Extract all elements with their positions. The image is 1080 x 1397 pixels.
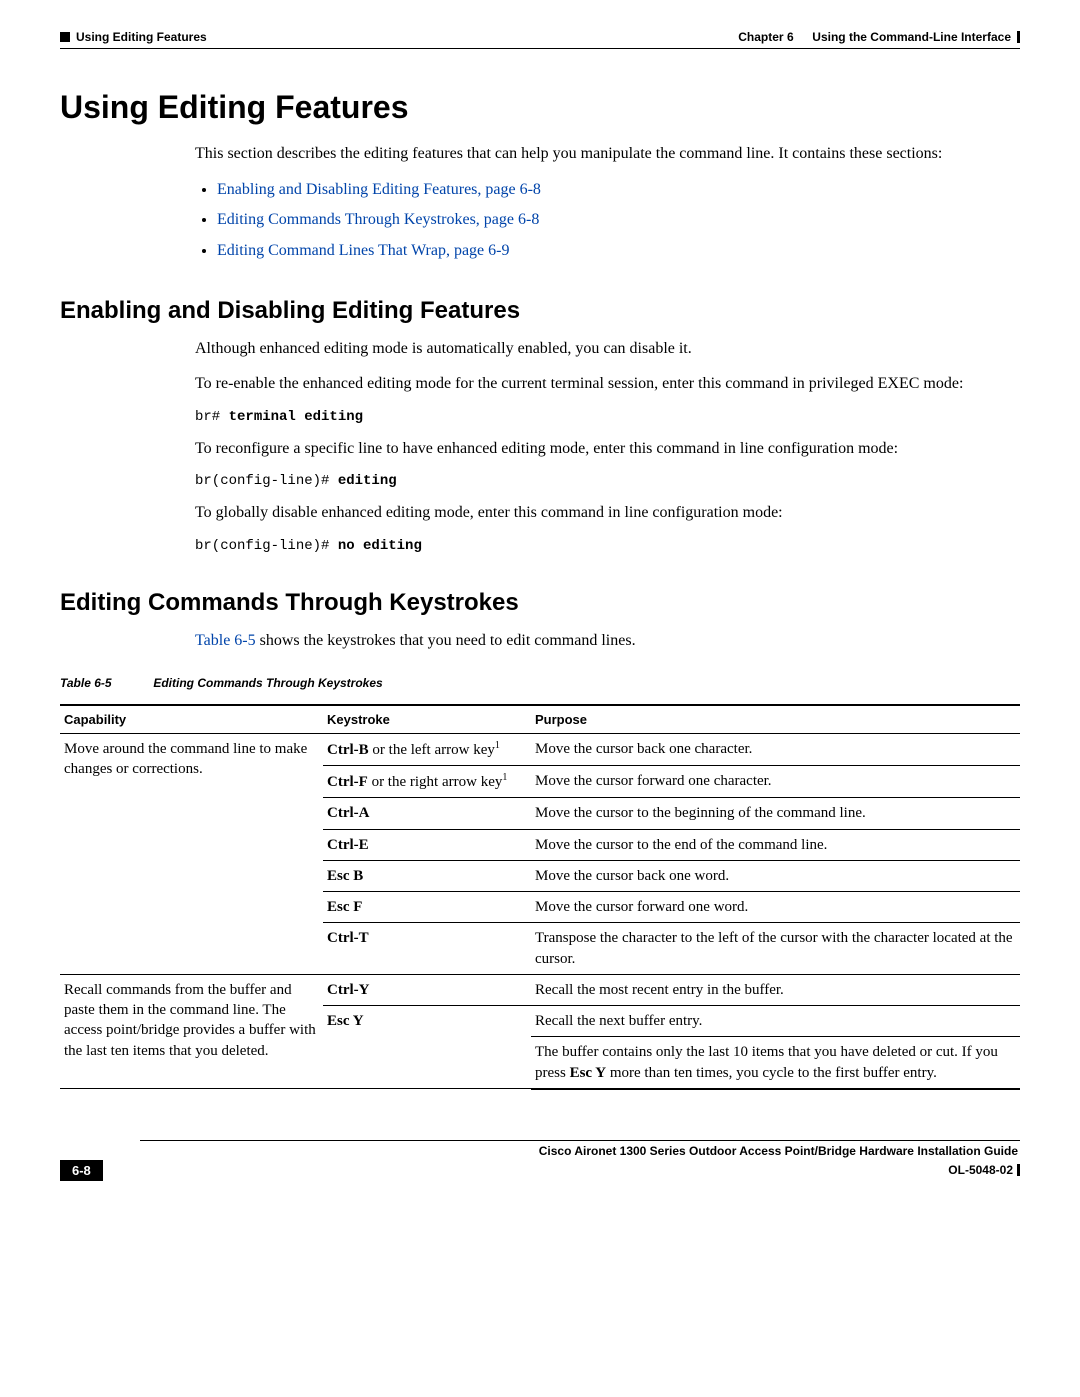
cell-keystroke: Ctrl-A: [323, 798, 531, 829]
header-rule: [60, 48, 1020, 49]
running-header: Using Editing Features Chapter 6 Using t…: [60, 30, 1020, 44]
section-heading-keystrokes: Editing Commands Through Keystrokes: [60, 589, 1020, 617]
code-command: no editing: [338, 538, 422, 554]
toc-list: Enabling and Disabling Editing Features,…: [195, 179, 1020, 262]
cell-capability: Move around the command line to make cha…: [60, 733, 323, 974]
table-reference-link[interactable]: Table 6-5: [195, 632, 256, 649]
paragraph: To reconfigure a specific line to have e…: [195, 439, 1020, 460]
cell-purpose: Recall the most recent entry in the buff…: [531, 974, 1020, 1005]
code-prompt: br#: [195, 409, 229, 425]
page-container: Using Editing Features Chapter 6 Using t…: [0, 0, 1080, 1221]
cell-keystroke: Ctrl-E: [323, 829, 531, 860]
header-chapter-number: Chapter 6: [738, 30, 793, 44]
cell-keystroke: Esc Y: [323, 1006, 531, 1089]
code-block: br(config-line)# no editing: [195, 538, 1020, 554]
document-number: OL-5048-02: [948, 1163, 1013, 1177]
section-lead-keystrokes: Table 6-5 shows the keystrokes that you …: [195, 631, 1020, 652]
table-header-capability: Capability: [60, 705, 323, 734]
keystrokes-table: Capability Keystroke Purpose Move around…: [60, 704, 1020, 1090]
table-reference-rest: shows the keystrokes that you need to ed…: [256, 632, 636, 649]
cell-purpose: Move the cursor back one word.: [531, 860, 1020, 891]
cell-keystroke: Ctrl-B or the left arrow key1: [323, 733, 531, 765]
keystroke-bold: Esc F: [327, 899, 362, 915]
cell-keystroke: Esc B: [323, 860, 531, 891]
code-block: br(config-line)# editing: [195, 473, 1020, 489]
table-row: Move around the command line to make cha…: [60, 733, 1020, 765]
keystroke-bold: Esc B: [327, 868, 363, 884]
cell-purpose: Move the cursor to the beginning of the …: [531, 798, 1020, 829]
table-caption: Table 6-5 Editing Commands Through Keyst…: [60, 676, 1020, 690]
paragraph: Although enhanced editing mode is automa…: [195, 339, 1020, 360]
cell-keystroke: Ctrl-F or the right arrow key1: [323, 766, 531, 798]
footer-guide-title: Cisco Aironet 1300 Series Outdoor Access…: [140, 1144, 1020, 1158]
toc-link-enabling[interactable]: Enabling and Disabling Editing Features,…: [217, 181, 541, 198]
section-body-enabling: Although enhanced editing mode is automa…: [195, 339, 1020, 554]
footnote-marker: 1: [502, 772, 507, 783]
cell-purpose: Move the cursor back one character.: [531, 733, 1020, 765]
cell-keystroke: Ctrl-Y: [323, 974, 531, 1005]
keystroke-bold: Ctrl-B: [327, 742, 369, 758]
footer-rule: [140, 1140, 1020, 1141]
intro-block: This section describes the editing featu…: [195, 144, 1020, 262]
cell-purpose: Move the cursor forward one word.: [531, 892, 1020, 923]
keystroke-bold: Ctrl-F: [327, 774, 368, 790]
code-block: br# terminal editing: [195, 409, 1020, 425]
keystroke-rest: or the left arrow key: [369, 742, 495, 758]
cell-purpose-buffer-note: The buffer contains only the last 10 ite…: [531, 1037, 1020, 1089]
page-number-badge: 6-8: [60, 1160, 103, 1181]
table-row: Recall commands from the buffer and past…: [60, 974, 1020, 1005]
header-right: Chapter 6 Using the Command-Line Interfa…: [738, 30, 1020, 44]
header-chapter-title: Using the Command-Line Interface: [812, 30, 1011, 44]
page-title: Using Editing Features: [60, 89, 1020, 126]
toc-item: Editing Command Lines That Wrap, page 6-…: [217, 240, 1020, 262]
code-prompt: br(config-line)#: [195, 473, 338, 489]
keystroke-bold: Ctrl-E: [327, 837, 369, 853]
footnote-marker: 1: [495, 740, 500, 751]
cell-purpose: Move the cursor forward one character.: [531, 766, 1020, 798]
table-caption-text: Editing Commands Through Keystrokes: [153, 676, 382, 690]
code-prompt: br(config-line)#: [195, 538, 338, 554]
table-header-row: Capability Keystroke Purpose: [60, 705, 1020, 734]
header-section-name: Using Editing Features: [76, 30, 207, 44]
table-caption-number: Table 6-5: [60, 676, 150, 690]
toc-item: Enabling and Disabling Editing Features,…: [217, 179, 1020, 201]
buffer-note-c: more than ten times, you cycle to the fi…: [606, 1065, 937, 1081]
keystroke-bold: Esc Y: [327, 1013, 364, 1029]
cell-purpose: Recall the next buffer entry.: [531, 1006, 1020, 1037]
cell-keystroke: Esc F: [323, 892, 531, 923]
keystroke-bold: Ctrl-T: [327, 930, 369, 946]
vertical-tick-icon: [1017, 1164, 1020, 1176]
page-footer: Cisco Aironet 1300 Series Outdoor Access…: [60, 1140, 1020, 1181]
keystroke-bold: Ctrl-A: [327, 805, 369, 821]
square-bullet-icon: [60, 32, 70, 42]
vertical-tick-icon: [1017, 31, 1020, 43]
header-left: Using Editing Features: [60, 30, 207, 44]
table-reference-sentence: Table 6-5 shows the keystrokes that you …: [195, 631, 1020, 652]
cell-purpose: Move the cursor to the end of the comman…: [531, 829, 1020, 860]
table-header-keystroke: Keystroke: [323, 705, 531, 734]
cell-keystroke: Ctrl-T: [323, 923, 531, 975]
table-header-purpose: Purpose: [531, 705, 1020, 734]
paragraph: To re-enable the enhanced editing mode f…: [195, 374, 1020, 395]
toc-item: Editing Commands Through Keystrokes, pag…: [217, 209, 1020, 231]
keystroke-rest: or the right arrow key: [368, 774, 503, 790]
code-command: terminal editing: [229, 409, 363, 425]
paragraph: To globally disable enhanced editing mod…: [195, 503, 1020, 524]
cell-capability: Recall commands from the buffer and past…: [60, 974, 323, 1089]
buffer-note-key: Esc Y: [570, 1065, 607, 1081]
toc-link-keystrokes[interactable]: Editing Commands Through Keystrokes, pag…: [217, 211, 539, 228]
code-command: editing: [338, 473, 397, 489]
keystroke-bold: Ctrl-Y: [327, 982, 369, 998]
cell-purpose: Transpose the character to the left of t…: [531, 923, 1020, 975]
intro-paragraph: This section describes the editing featu…: [195, 144, 1020, 165]
footer-row: 6-8 OL-5048-02: [60, 1160, 1020, 1181]
section-heading-enabling: Enabling and Disabling Editing Features: [60, 297, 1020, 325]
toc-link-wrap[interactable]: Editing Command Lines That Wrap, page 6-…: [217, 242, 509, 259]
